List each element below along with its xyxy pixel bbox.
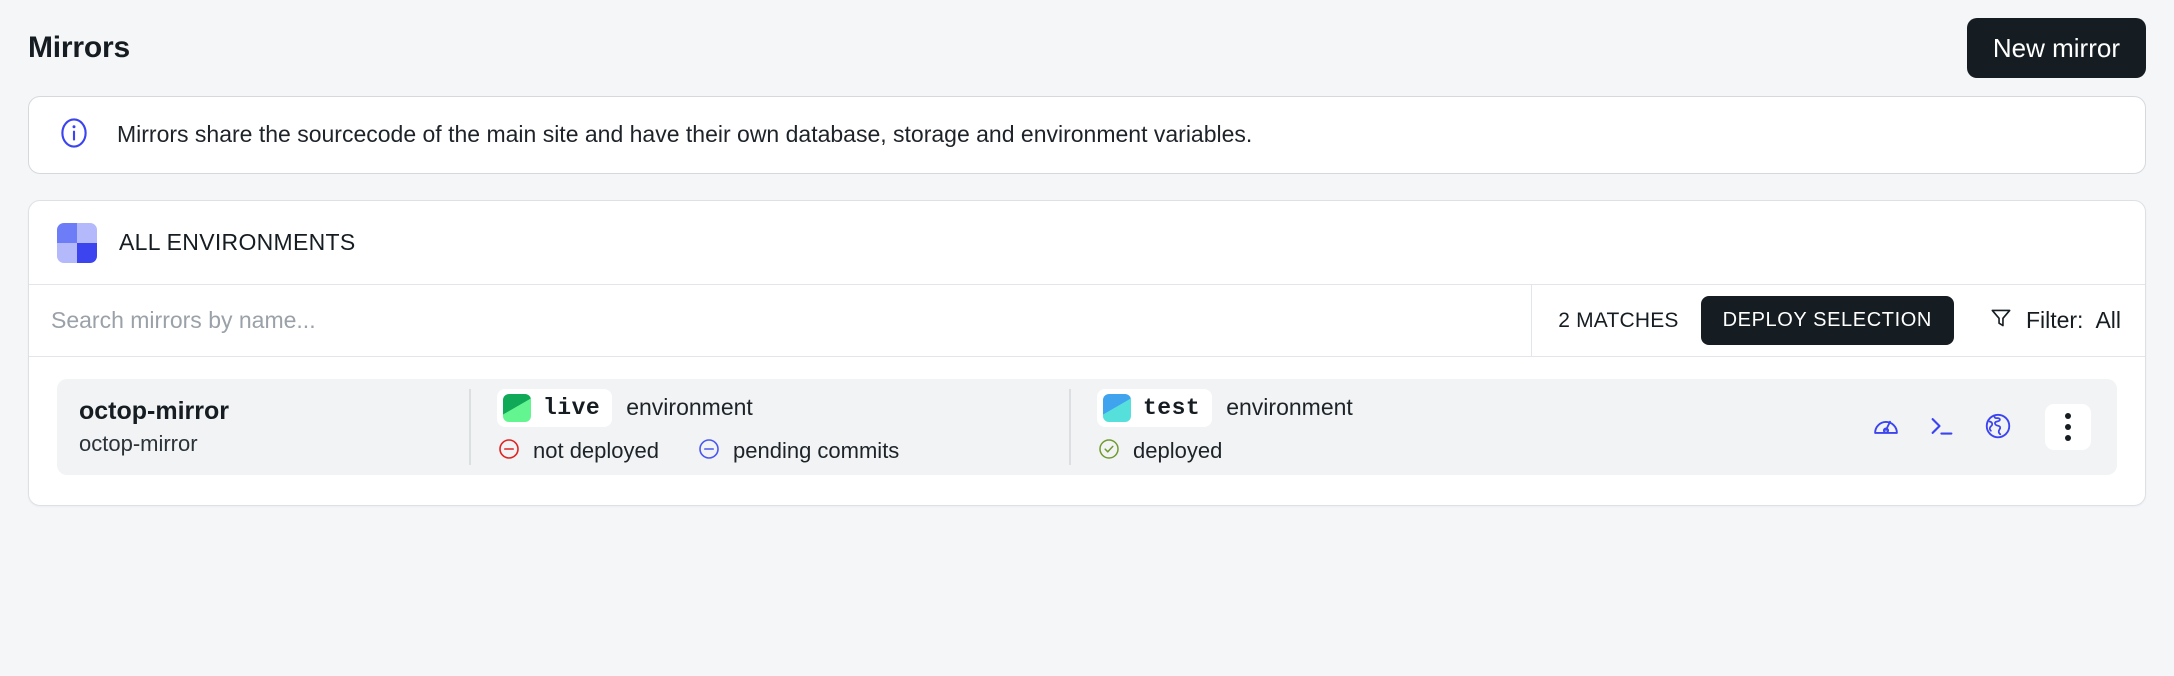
toolbar-actions: 2 MATCHES DEPLOY SELECTION Filter: All — [1532, 285, 2145, 356]
all-environments-title: ALL ENVIRONMENTS — [119, 229, 356, 255]
mirrors-list: octop-mirror octop-mirror live environme… — [29, 357, 2145, 505]
environment-column-test: test environment deployed — [1069, 388, 1589, 466]
environment-chip-test[interactable]: test — [1097, 388, 1213, 427]
funnel-icon — [1988, 305, 2014, 336]
kebab-dot — [2065, 424, 2071, 430]
circle-minus-icon — [497, 437, 521, 466]
status-not-deployed: not deployed — [497, 437, 659, 466]
environment-column-live: live environment not deployed pending co… — [469, 388, 1069, 466]
mirrors-card: ALL ENVIRONMENTS 2 MATCHES DEPLOY SELECT… — [28, 200, 2146, 506]
mirror-subtitle: octop-mirror — [79, 431, 198, 457]
status-label: deployed — [1133, 438, 1223, 463]
environment-swatch-live-icon — [503, 393, 531, 422]
search-input[interactable] — [51, 307, 1510, 334]
page-title: Mirrors — [28, 31, 130, 64]
status-label: not deployed — [533, 438, 659, 463]
circle-check-icon — [1097, 437, 1121, 466]
matches-count-label: 2 MATCHES — [1558, 308, 1679, 332]
info-banner-text: Mirrors share the sourcecode of the main… — [117, 121, 1253, 148]
environment-suffix-test: environment — [1226, 394, 1353, 420]
terminal-icon — [1927, 411, 1957, 444]
grid-squares-icon — [57, 222, 97, 263]
circle-minus-icon — [697, 437, 721, 466]
page-header: Mirrors New mirror — [28, 0, 2146, 96]
environment-swatch-test-icon — [1103, 393, 1131, 422]
status-pending-commits: pending commits — [697, 437, 899, 466]
terminal-icon-button[interactable] — [1927, 411, 1957, 444]
all-environments-header: ALL ENVIRONMENTS — [29, 201, 2145, 285]
globe-icon-button[interactable] — [1983, 411, 2013, 444]
mirrors-page: Mirrors New mirror Mirrors share the sou… — [0, 0, 2174, 676]
gauge-icon-button[interactable] — [1871, 411, 1901, 444]
mirrors-toolbar: 2 MATCHES DEPLOY SELECTION Filter: All — [29, 285, 2145, 357]
environment-suffix-live: environment — [626, 394, 753, 420]
info-banner: Mirrors share the sourcecode of the main… — [28, 96, 2146, 174]
environment-badge-test: test environment — [1097, 388, 1589, 427]
status-line-live: not deployed pending commits — [497, 437, 1069, 466]
kebab-dot — [2065, 413, 2071, 419]
environment-chip-live[interactable]: live — [497, 388, 613, 427]
environment-chip-label-live: live — [543, 394, 601, 421]
search-field-wrapper[interactable] — [29, 285, 1533, 356]
status-label: pending commits — [733, 438, 900, 463]
filter-label: Filter: — [2025, 307, 2084, 333]
environment-badge-live: live environment — [497, 388, 1069, 427]
deploy-selection-button[interactable]: DEPLOY SELECTION — [1700, 296, 1954, 345]
mirror-identity: octop-mirror octop-mirror — [79, 395, 469, 458]
status-line-test: deployed — [1097, 437, 1589, 466]
mirror-name: octop-mirror — [79, 397, 229, 426]
info-circle-icon — [57, 116, 91, 155]
filter-control[interactable]: Filter: All — [1976, 305, 2121, 336]
status-deployed: deployed — [1097, 437, 1222, 466]
row-actions — [1871, 404, 2095, 450]
gauge-icon — [1871, 411, 1901, 444]
globe-icon — [1983, 411, 2013, 444]
kebab-dot — [2065, 435, 2071, 441]
environment-chip-label-test: test — [1143, 394, 1201, 421]
table-row[interactable]: octop-mirror octop-mirror live environme… — [57, 379, 2117, 475]
kebab-menu-icon-button[interactable] — [2045, 404, 2091, 450]
filter-value[interactable]: All — [2095, 307, 2121, 334]
new-mirror-button[interactable]: New mirror — [1966, 17, 2146, 79]
